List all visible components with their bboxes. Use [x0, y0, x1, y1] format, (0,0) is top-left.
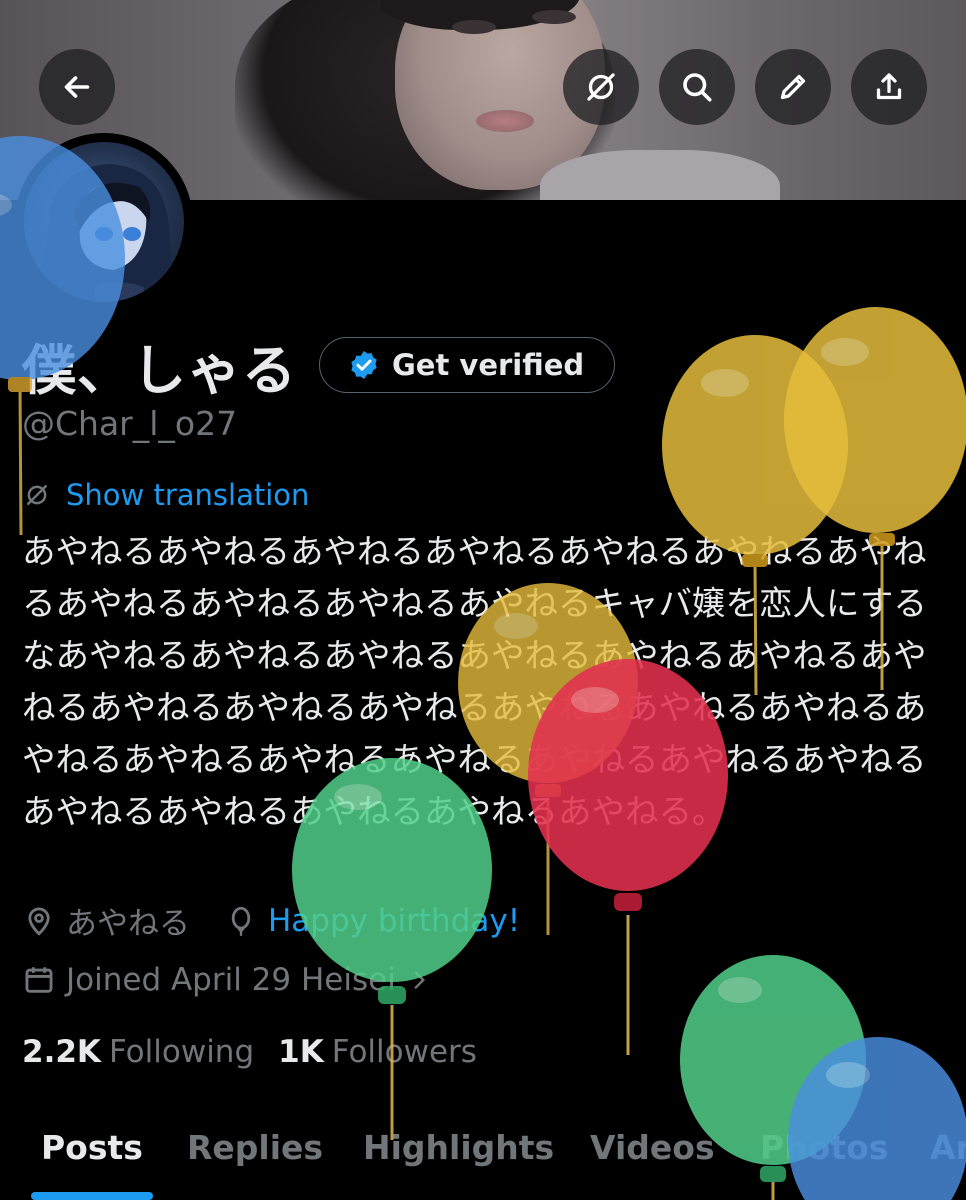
joined-label: Joined April 29 Heisei [66, 962, 396, 998]
active-tab-indicator [31, 1192, 153, 1200]
display-name: 僕、しゃる [22, 338, 297, 402]
banner-eye [532, 10, 576, 24]
following-count: 2.2K [22, 1034, 101, 1070]
birthday-label: Happy birthday! [268, 902, 521, 939]
chevron-right-icon[interactable] [406, 967, 432, 993]
location-pin-icon [28, 907, 50, 936]
birthday[interactable]: Happy birthday! [224, 903, 520, 939]
followers-label: Followers [331, 1034, 477, 1070]
tab-videos[interactable]: Videos [590, 1128, 715, 1167]
share-icon [876, 73, 902, 100]
show-translation-label: Show translation [66, 478, 310, 512]
verified-badge-icon [351, 351, 377, 379]
banner-eye [452, 20, 496, 34]
tab-highlights[interactable]: Highlights [363, 1128, 554, 1167]
bio: あやねるあやねるあやねるあやねるあやねるあやねるあやねるあやねるあやねるあやねる… [22, 532, 927, 831]
get-verified-button[interactable]: Get verified [319, 337, 616, 393]
show-translation-link[interactable]: Show translation [22, 478, 309, 512]
share-button[interactable] [851, 49, 927, 125]
edit-button[interactable] [755, 49, 831, 125]
get-verified-label: Get verified [392, 348, 585, 382]
location-label: あやねる [66, 906, 190, 942]
avatar-illustration [39, 164, 174, 302]
followers-link[interactable]: 1K Followers [278, 1034, 477, 1070]
banner-lip [476, 110, 534, 132]
profile-meta-row: あやねる Happy birthday! [22, 898, 520, 943]
translate-off-icon [587, 73, 615, 101]
search-button[interactable] [659, 49, 735, 125]
followers-count: 1K [278, 1034, 324, 1070]
tab-articles[interactable]: Ar [930, 1128, 966, 1167]
balloon-icon [231, 906, 251, 936]
joined-row: Joined April 29 Heisei [22, 962, 432, 998]
back-button[interactable] [39, 49, 115, 125]
avatar[interactable] [24, 142, 184, 302]
profile-tabs: Posts Replies Highlights Videos Photos A… [0, 1112, 966, 1200]
following-label: Following [108, 1034, 255, 1070]
translate-off-icon [27, 485, 47, 505]
name-row: 僕、しゃる Get verified [22, 330, 616, 402]
translate-off-button[interactable] [563, 49, 639, 125]
follow-stats: 2.2K Following 1K Followers [22, 1034, 501, 1070]
tab-photos[interactable]: Photos [760, 1128, 888, 1167]
arrow-left-icon [64, 76, 90, 98]
pencil-icon [780, 74, 806, 100]
banner-shirt [540, 150, 780, 200]
calendar-icon [25, 967, 53, 993]
handle: @Char_l_o27 [22, 404, 238, 443]
tab-replies[interactable]: Replies [187, 1128, 323, 1167]
following-link[interactable]: 2.2K Following [22, 1034, 254, 1070]
location: あやねる [22, 898, 190, 943]
tab-posts[interactable]: Posts [41, 1128, 143, 1167]
search-icon [683, 73, 712, 102]
